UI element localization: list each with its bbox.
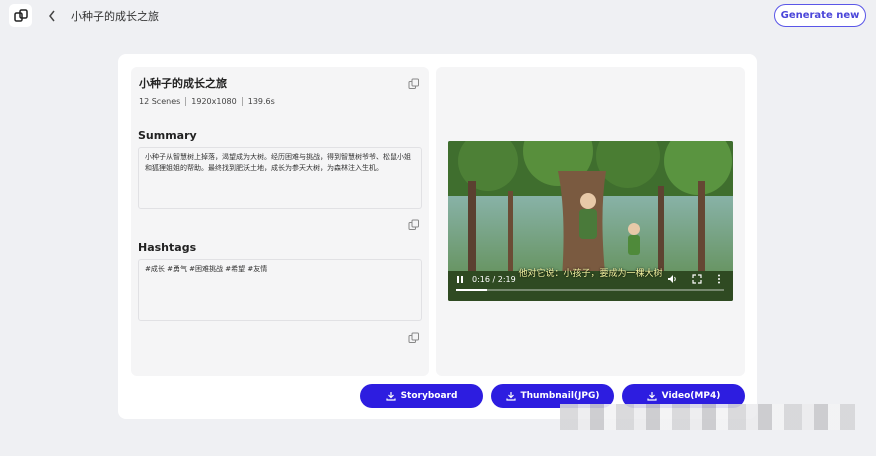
- download-icon: [385, 392, 396, 401]
- storyboard-label: Storyboard: [400, 391, 458, 401]
- pause-icon: [457, 276, 463, 283]
- back-button[interactable]: [46, 9, 58, 23]
- hashtags-text[interactable]: #成长 #勇气 #困难挑战 #希望 #友情: [138, 259, 422, 321]
- divider: [241, 97, 243, 106]
- download-icon: [647, 392, 657, 401]
- copy-icon: [408, 332, 419, 343]
- fullscreen-icon: [692, 274, 702, 284]
- logo-icon: [13, 8, 28, 22]
- fullscreen-button[interactable]: [692, 274, 702, 286]
- copy-hashtags-button[interactable]: [408, 329, 421, 343]
- more-options-button[interactable]: [717, 274, 721, 286]
- video-player[interactable]: 他对它说：小孩子，要成为一棵大树 0:16 / 2:19: [448, 141, 733, 301]
- duration: 139.6s: [247, 97, 275, 106]
- page-title: 小种子的成长之旅: [71, 10, 159, 23]
- download-icon: [505, 392, 516, 401]
- resolution: 1920x1080: [191, 97, 237, 106]
- video-label: Video(MP4): [661, 391, 721, 401]
- volume-icon: [668, 275, 676, 283]
- copy-summary-button[interactable]: [408, 216, 421, 230]
- more-vertical-icon: [718, 274, 720, 284]
- pause-button[interactable]: [456, 275, 464, 286]
- download-storyboard-button[interactable]: Storyboard: [360, 384, 483, 408]
- top-bar: 小种子的成长之旅 Generate new: [0, 0, 876, 32]
- progress-fill: [456, 289, 487, 291]
- video-meta: 12 Scenes 1920x1080 139.6s: [139, 97, 275, 106]
- copy-icon: [408, 78, 419, 89]
- thumbnail-label: Thumbnail(JPG): [520, 391, 600, 401]
- time-display: 0:16 / 2:19: [472, 275, 516, 284]
- copy-title-button[interactable]: [408, 75, 421, 89]
- summary-heading: Summary: [138, 129, 197, 142]
- scene-count: 12 Scenes: [139, 97, 181, 106]
- volume-button[interactable]: [667, 274, 677, 286]
- summary-text[interactable]: 小种子从智慧树上掉落，渴望成为大树。经历困难与挑战，得到智慧树爷爷、松鼠小姐和狐…: [138, 147, 422, 209]
- copy-icon: [408, 219, 419, 230]
- progress-bar[interactable]: [456, 289, 724, 291]
- generate-new-button[interactable]: Generate new: [774, 4, 866, 27]
- divider: [185, 97, 187, 106]
- hashtags-heading: Hashtags: [138, 241, 197, 254]
- app-logo[interactable]: [9, 4, 32, 27]
- blurred-overlay: [560, 404, 855, 430]
- details-panel: [131, 67, 429, 376]
- player-controls: 0:16 / 2:19: [448, 271, 733, 301]
- video-title: 小种子的成长之旅: [139, 77, 227, 90]
- chevron-left-icon: [49, 10, 55, 22]
